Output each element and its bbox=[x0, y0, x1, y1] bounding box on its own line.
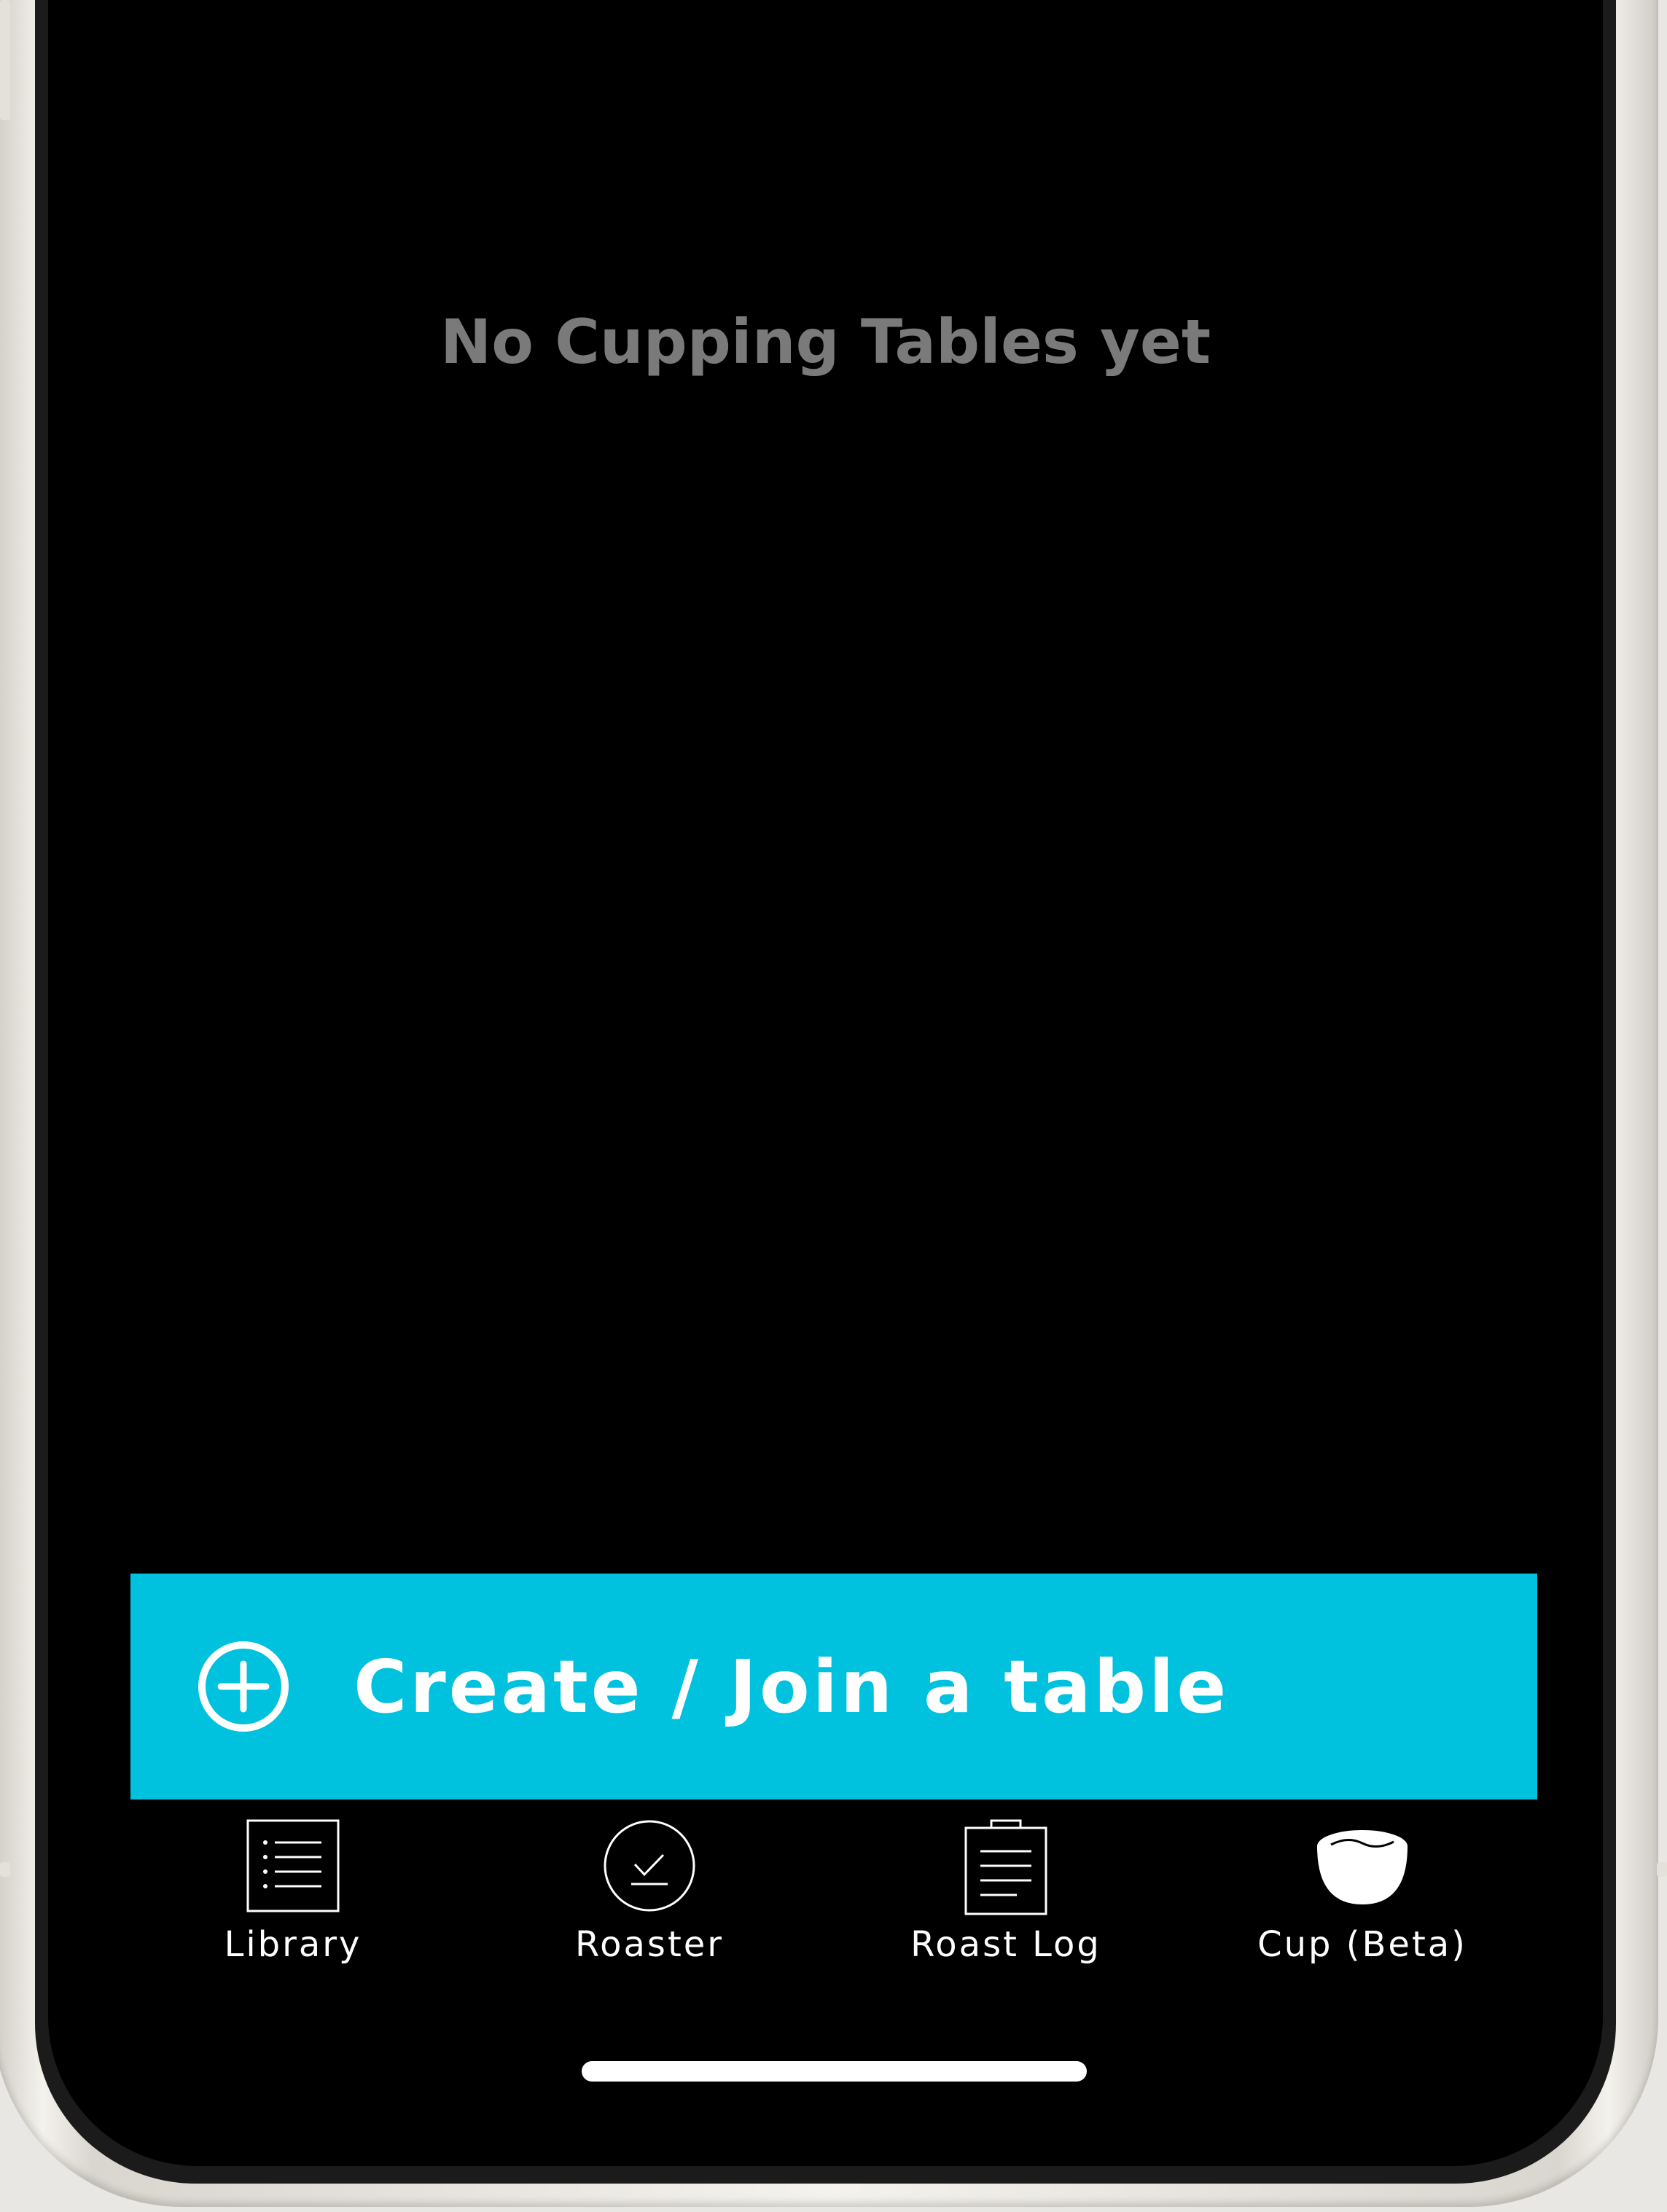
tab-roaster[interactable]: Roaster bbox=[518, 1815, 781, 1990]
tab-roaster-label: Roaster bbox=[574, 1924, 725, 1965]
device-scene: No Cupping Tables yet Create / Join a ta… bbox=[0, 0, 1667, 2212]
create-join-table-label: Create / Join a table bbox=[354, 1644, 1230, 1730]
list-icon bbox=[242, 1815, 344, 1917]
plus-circle-icon bbox=[198, 1641, 289, 1732]
clipboard-icon bbox=[955, 1815, 1057, 1917]
create-join-table-button[interactable]: Create / Join a table bbox=[130, 1574, 1537, 1799]
tab-cup-beta[interactable]: Cup (Beta) bbox=[1231, 1815, 1494, 1990]
tab-bar: Library Roaster Roast Log Cup (Beta) bbox=[48, 1815, 1603, 1990]
side-button-right bbox=[1657, 1862, 1667, 1877]
app-screen: No Cupping Tables yet Create / Join a ta… bbox=[48, 0, 1603, 2166]
empty-state-message: No Cupping Tables yet bbox=[440, 306, 1211, 378]
home-indicator[interactable] bbox=[582, 2061, 1087, 2082]
cup-bowl-icon bbox=[1311, 1815, 1413, 1917]
side-button-left bbox=[0, 0, 10, 120]
tab-roast-log-label: Roast Log bbox=[910, 1924, 1101, 1965]
tab-roast-log[interactable]: Roast Log bbox=[875, 1815, 1137, 1990]
tab-library-label: Library bbox=[224, 1924, 362, 1965]
tab-library[interactable]: Library bbox=[162, 1815, 424, 1990]
check-circle-icon bbox=[598, 1815, 700, 1917]
tab-cup-beta-label: Cup (Beta) bbox=[1257, 1924, 1467, 1965]
side-button-left-lower bbox=[0, 1862, 10, 1877]
